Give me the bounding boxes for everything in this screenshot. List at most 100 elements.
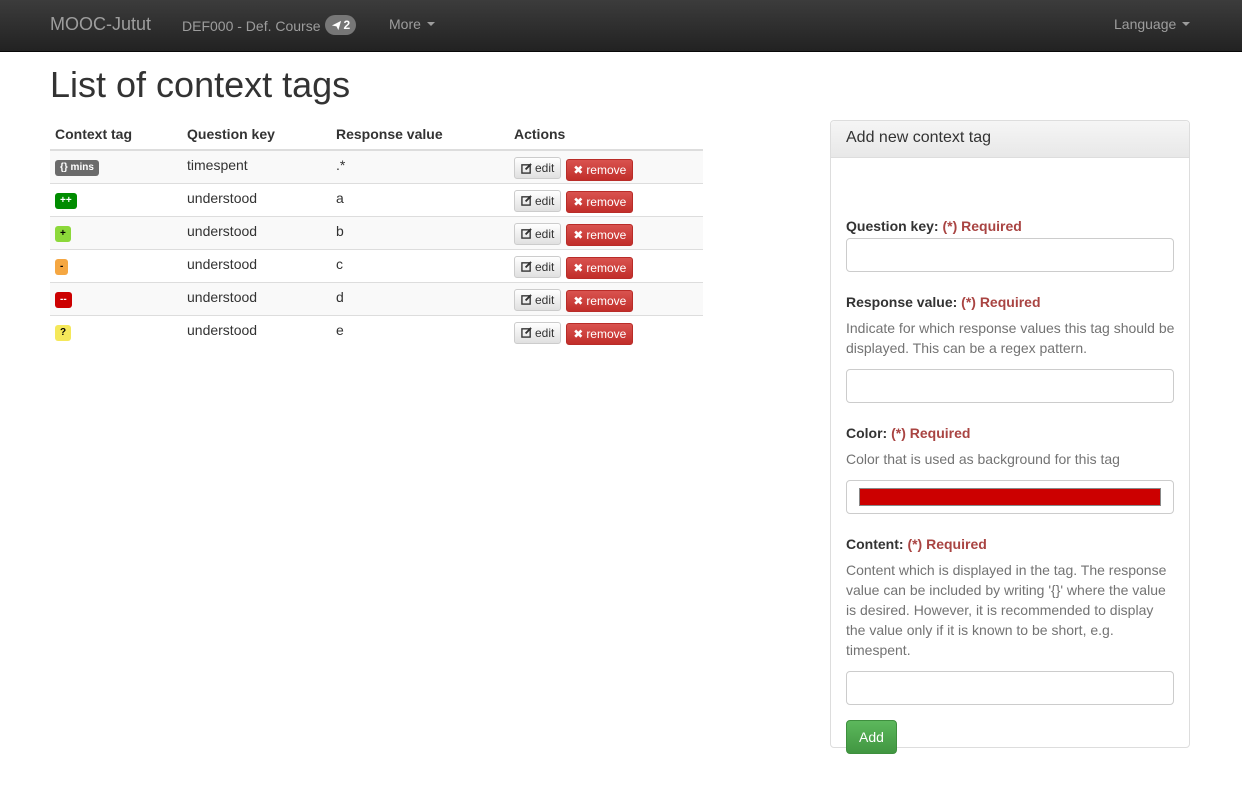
remove-icon: ✖ [573,261,584,275]
content-help: Content which is displayed in the tag. T… [846,562,1167,658]
question-key-cell: understood [182,281,331,315]
more-menu[interactable]: More [389,16,435,32]
question-key-cell: understood [182,314,331,348]
edit-button[interactable]: edit [514,288,562,311]
edit-label: edit [535,259,555,274]
response-value-cell: e [331,314,509,348]
color-label-text: Color: [846,425,888,441]
content-input[interactable] [846,671,1174,705]
header-response-value: Response value [331,117,509,151]
remove-label: remove [586,228,627,242]
edit-label: edit [535,193,555,208]
tag-cell: - [50,248,182,282]
actions-cell: edit ✖ remove [509,149,703,183]
response-value-cell: b [331,215,509,249]
page-title: List of context tags [50,64,351,105]
context-tag-label: ? [55,324,72,341]
required-marker: (*) Required [891,425,971,441]
content-label-text: Content: [846,536,904,552]
edit-button[interactable]: edit [514,255,562,278]
table-row: - understood c edit ✖ remove [50,248,703,282]
add-context-tag-panel: Add new context tag Question key: (*) Re… [830,120,1190,754]
notification-badge: 2 [324,15,357,35]
edit-button[interactable]: edit [514,321,562,344]
edit-label: edit [535,226,555,241]
response-value-help: Indicate for which response values this … [846,320,1175,356]
response-value-label: Response value: (*) Required [846,294,1041,310]
required-marker: (*) Required [907,536,987,552]
remove-icon: ✖ [573,228,584,242]
edit-button[interactable]: edit [514,189,562,212]
edit-icon [521,195,532,206]
color-picker[interactable] [846,480,1174,514]
top-navbar: MOOC-Jutut DEF000 - Def. Course 2 More L… [0,0,1242,52]
panel-heading: Add new context tag [831,121,1189,158]
edit-icon [521,294,532,305]
color-help: Color that is used as background for thi… [846,451,1120,467]
table-row: + understood b edit ✖ remove [50,215,703,249]
actions-cell: edit ✖ remove [509,314,703,348]
brand-link[interactable]: MOOC-Jutut [50,14,151,35]
header-actions: Actions [509,117,703,151]
remove-label: remove [586,261,627,275]
send-icon [331,20,341,30]
language-label: Language [1114,16,1177,32]
table-row: -- understood d edit ✖ remove [50,281,703,315]
table-row: ? understood e edit ✖ remove [50,314,703,348]
header-context-tag: Context tag [50,117,182,151]
course-label: DEF000 - Def. Course [182,18,321,34]
response-value-cell: .* [331,149,509,183]
add-button[interactable]: Add [846,720,897,754]
more-label: More [389,16,421,32]
response-value-input[interactable] [846,369,1174,403]
remove-label: remove [586,195,627,209]
content-label: Content: (*) Required [846,536,987,552]
question-key-cell: understood [182,248,331,282]
caret-down-icon [426,22,435,27]
response-value-cell: d [331,281,509,315]
context-tag-label: {} mins [55,160,99,176]
actions-cell: edit ✖ remove [509,248,703,282]
language-menu[interactable]: Language [1114,16,1191,32]
actions-cell: edit ✖ remove [509,215,703,249]
color-label: Color: (*) Required [846,425,970,441]
question-key-input[interactable] [846,238,1174,272]
edit-label: edit [535,325,555,340]
edit-label: edit [535,161,555,175]
response-value-cell: a [331,182,509,216]
required-marker: (*) Required [961,294,1041,310]
question-key-cell: understood [182,182,331,216]
tag-cell: {} mins [50,149,182,183]
remove-button[interactable]: ✖ remove [566,158,634,181]
edit-icon [521,228,532,239]
edit-button[interactable]: edit [514,157,562,179]
remove-button[interactable]: ✖ remove [566,323,634,345]
tag-cell: ? [50,314,182,348]
badge-count: 2 [343,18,351,32]
edit-button[interactable]: edit [514,222,562,245]
actions-cell: edit ✖ remove [509,281,703,315]
table-header-row: Context tag Question key Response value … [50,117,703,151]
response-value-label-text: Response value: [846,294,958,310]
course-menu[interactable]: DEF000 - Def. Course 2 [182,15,357,36]
remove-icon: ✖ [573,195,584,209]
response-value-cell: c [331,248,509,282]
remove-button[interactable]: ✖ remove [566,224,634,246]
header-question-key: Question key [182,117,331,151]
question-key-cell: understood [182,215,331,249]
question-key-label: Question key: (*) Required [846,218,1022,234]
context-tags-table: Context tag Question key Response value … [50,117,703,348]
remove-label: remove [586,294,627,308]
remove-button[interactable]: ✖ remove [566,290,634,312]
remove-button[interactable]: ✖ remove [566,257,634,279]
remove-button[interactable]: ✖ remove [566,191,634,213]
remove-label: remove [586,162,627,177]
tag-cell: ++ [50,182,182,216]
edit-icon [521,261,532,272]
edit-icon [521,162,532,174]
context-tag-label: -- [55,291,72,308]
table-row: {} mins timespent .* edit ✖ remove [50,149,703,183]
tag-cell: + [50,215,182,249]
color-swatch [859,488,1161,506]
remove-icon: ✖ [573,327,584,341]
